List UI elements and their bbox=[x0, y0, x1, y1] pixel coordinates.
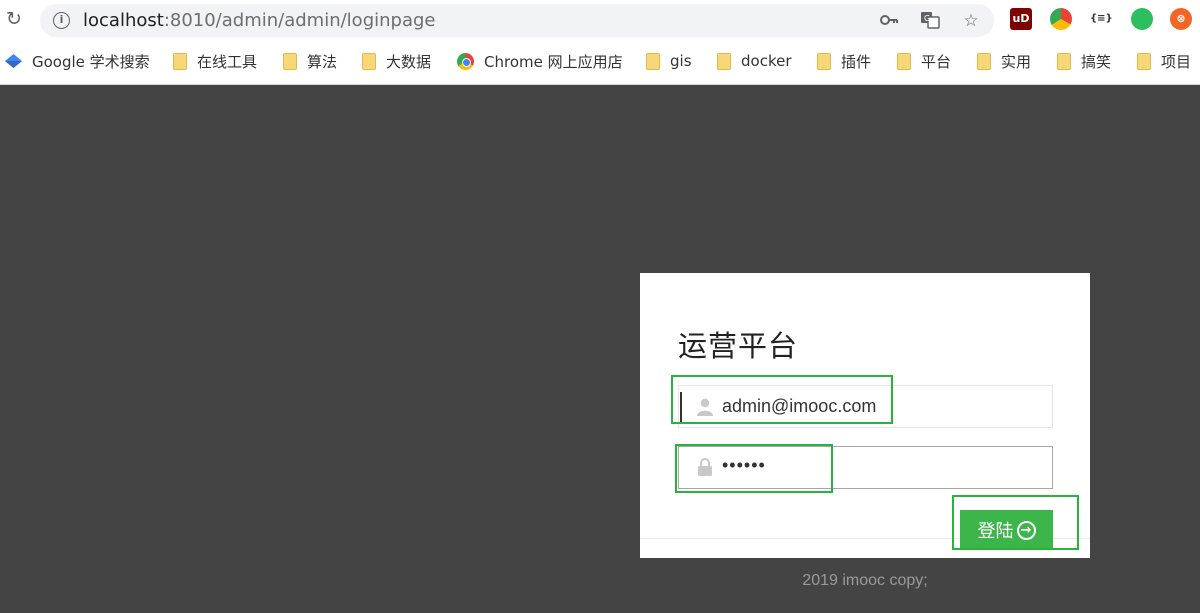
folder-icon bbox=[897, 52, 911, 70]
key-icon[interactable] bbox=[878, 10, 900, 32]
url-host: localhost bbox=[83, 10, 164, 31]
bookmark-label: Google 学术搜索 bbox=[32, 52, 150, 71]
bookmark-folder[interactable]: 算法 bbox=[283, 48, 337, 74]
bookmark-label: 项目 bbox=[1161, 52, 1192, 71]
bookmark-label: 实用 bbox=[1001, 52, 1032, 71]
bookmark-label: gis bbox=[670, 52, 692, 70]
password-field[interactable]: •••••• bbox=[678, 446, 1053, 489]
bookmark-google-scholar[interactable]: Google 学术搜索 bbox=[5, 48, 150, 74]
username-field[interactable]: admin@imooc.com bbox=[678, 385, 1053, 428]
translate-icon[interactable]: G bbox=[919, 10, 941, 32]
bookmarks-bar: Google 学术搜索 在线工具 算法 大数据 Chrome 网上应用店 gis… bbox=[0, 48, 1200, 74]
folder-icon bbox=[283, 52, 297, 70]
share-extension-icon[interactable]: ⊗ bbox=[1170, 8, 1192, 30]
bookmark-label: 算法 bbox=[307, 52, 338, 71]
folder-icon bbox=[817, 52, 831, 70]
login-button[interactable]: 登陆 → bbox=[960, 510, 1053, 550]
address-bar[interactable]: i localhost:8010/admin/admin/loginpage G… bbox=[40, 4, 994, 37]
ublock-icon[interactable]: uD bbox=[1010, 8, 1032, 30]
json-viewer-icon[interactable]: {≡} bbox=[1090, 8, 1113, 30]
arrow-circle-right-icon: → bbox=[1016, 520, 1036, 540]
bookmark-folder[interactable]: 项目 bbox=[1137, 48, 1191, 74]
text-caret bbox=[680, 392, 682, 422]
chrome-colors-icon[interactable] bbox=[1050, 8, 1072, 30]
bookmark-chrome-store[interactable]: Chrome 网上应用店 bbox=[457, 48, 623, 74]
folder-icon bbox=[717, 52, 731, 70]
svg-text:G: G bbox=[924, 14, 930, 23]
info-icon[interactable]: i bbox=[53, 12, 70, 29]
scholar-icon bbox=[5, 53, 22, 70]
folder-icon bbox=[646, 52, 660, 70]
login-button-label: 登陆 bbox=[977, 521, 1014, 542]
toolbar-divider bbox=[0, 84, 1200, 85]
bookmark-folder[interactable]: docker bbox=[717, 48, 792, 74]
browser-toolbar: ↻ i localhost:8010/admin/admin/loginpage… bbox=[0, 0, 1200, 84]
bookmark-folder[interactable]: 平台 bbox=[897, 48, 951, 74]
bookmark-folder[interactable]: 搞笑 bbox=[1057, 48, 1111, 74]
copyright-text: 2019 imooc copy; bbox=[802, 572, 928, 589]
bookmark-label: 插件 bbox=[841, 52, 872, 71]
folder-icon bbox=[1137, 52, 1151, 70]
password-value: •••••• bbox=[722, 455, 766, 475]
lock-icon bbox=[697, 458, 713, 476]
username-value: admin@imooc.com bbox=[722, 396, 877, 416]
bookmark-folder[interactable]: 实用 bbox=[977, 48, 1031, 74]
bookmark-label: Chrome 网上应用店 bbox=[484, 52, 623, 71]
bookmark-label: 平台 bbox=[921, 52, 952, 71]
page-title: 运营平台 bbox=[678, 329, 799, 363]
bookmark-label: 大数据 bbox=[386, 52, 432, 71]
bookmark-folder[interactable]: 插件 bbox=[817, 48, 871, 74]
bookmark-label: docker bbox=[741, 52, 792, 70]
url-text[interactable]: localhost:8010/admin/admin/loginpage bbox=[83, 10, 435, 32]
folder-icon bbox=[173, 52, 187, 70]
star-icon[interactable]: ☆ bbox=[960, 10, 982, 32]
bookmark-label: 搞笑 bbox=[1081, 52, 1112, 71]
bookmark-folder[interactable]: 在线工具 bbox=[173, 48, 257, 74]
bookmark-folder[interactable]: gis bbox=[646, 48, 692, 74]
bookmark-folder[interactable]: 大数据 bbox=[362, 48, 431, 74]
chrome-store-icon bbox=[457, 52, 474, 70]
url-path: :8010/admin/admin/loginpage bbox=[163, 10, 436, 31]
login-panel: 运营平台 admin@imooc.com •••••• 登陆 → bbox=[640, 273, 1090, 558]
reload-icon[interactable]: ↻ bbox=[3, 8, 25, 30]
user-icon bbox=[697, 398, 713, 416]
folder-icon bbox=[1057, 52, 1071, 70]
evernote-icon[interactable] bbox=[1131, 8, 1153, 30]
folder-icon bbox=[362, 52, 376, 70]
folder-icon bbox=[977, 52, 991, 70]
bookmark-label: 在线工具 bbox=[197, 52, 258, 71]
